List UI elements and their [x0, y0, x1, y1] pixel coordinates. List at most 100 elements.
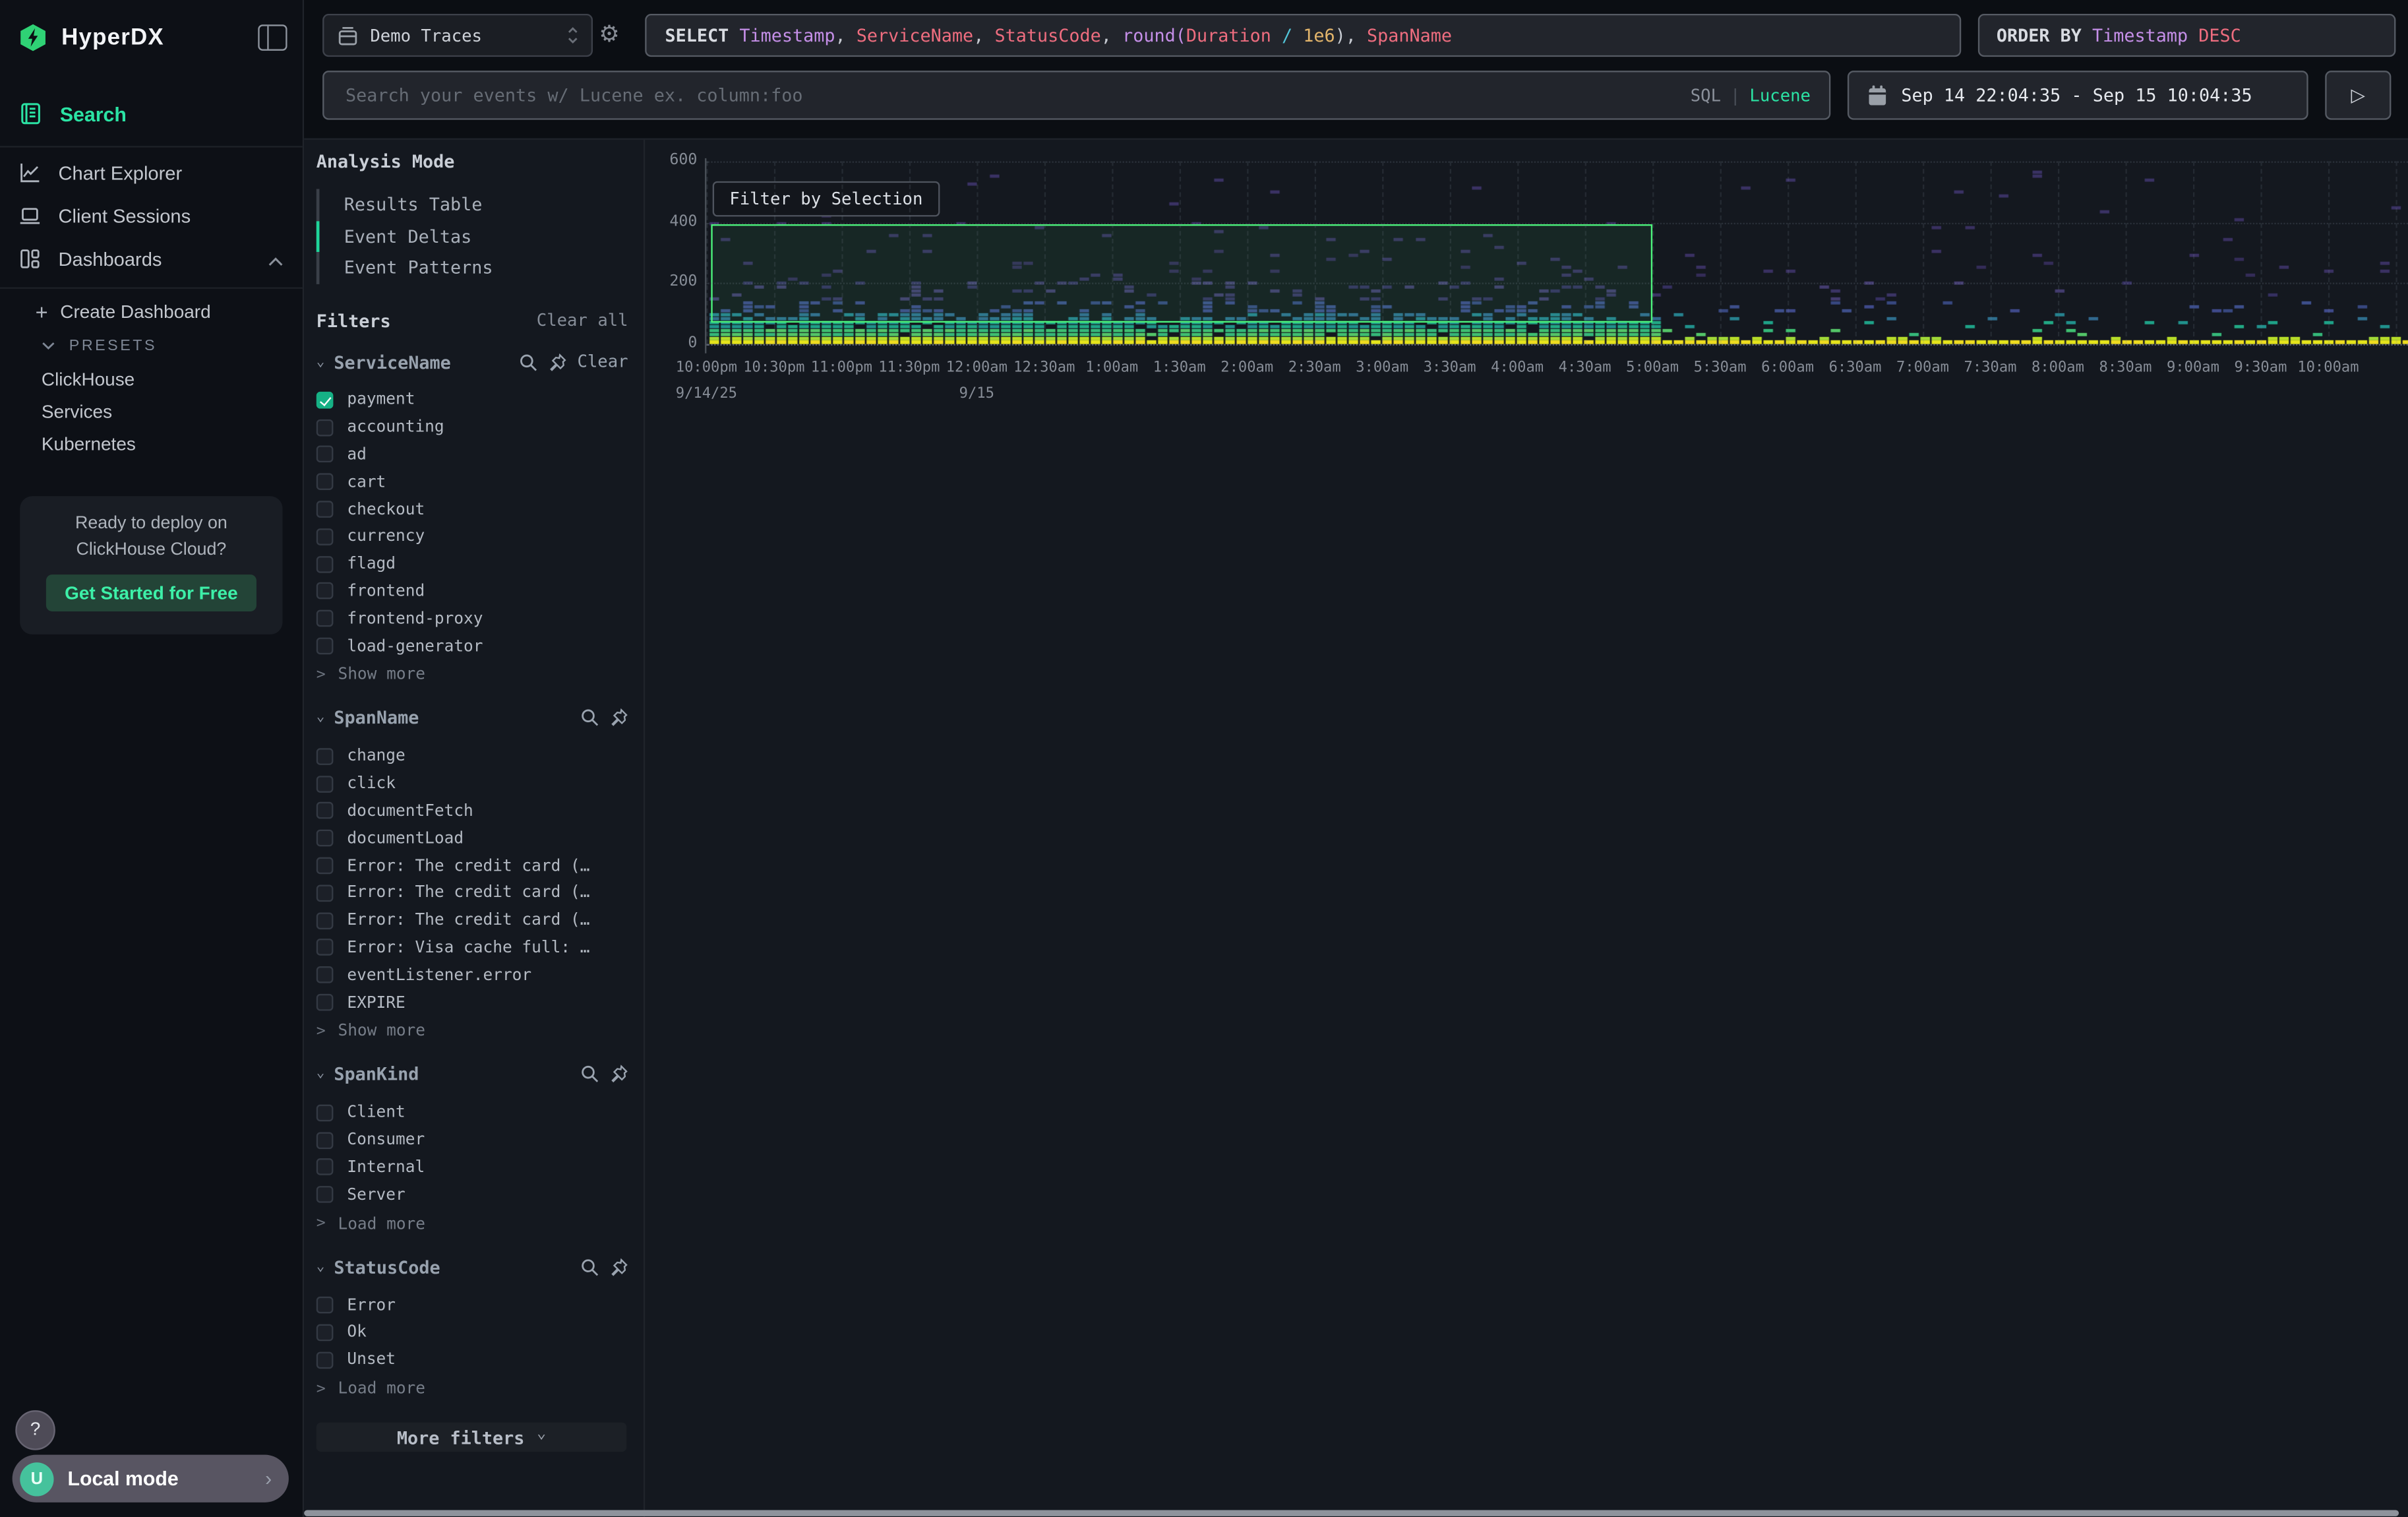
- filter-option[interactable]: payment: [316, 387, 628, 414]
- gear-icon[interactable]: [599, 20, 619, 47]
- pin-icon[interactable]: [610, 1065, 628, 1084]
- checkbox[interactable]: [316, 555, 334, 573]
- checkbox[interactable]: [316, 884, 334, 902]
- checkbox[interactable]: [316, 857, 334, 875]
- sidebar-item-clickhouse[interactable]: ClickHouse: [0, 364, 303, 395]
- filter-option[interactable]: Error: The credit card (…: [316, 852, 628, 879]
- filter-option[interactable]: currency: [316, 523, 628, 550]
- sidebar-item-chart-explorer[interactable]: Chart Explorer: [0, 152, 303, 194]
- filter-option[interactable]: Error: Visa cache full: …: [316, 934, 628, 961]
- show-more-button[interactable]: Load more: [316, 1377, 628, 1401]
- filter-option[interactable]: checkout: [316, 496, 628, 523]
- filter-option[interactable]: change: [316, 743, 628, 770]
- checkbox[interactable]: [316, 419, 334, 436]
- sidebar-item-dashboards[interactable]: Dashboards: [0, 238, 303, 280]
- checkbox[interactable]: [316, 1187, 334, 1204]
- chart-selection-region[interactable]: [711, 224, 1652, 323]
- more-filters-button[interactable]: More filters: [316, 1423, 626, 1452]
- search-input[interactable]: [342, 83, 1690, 108]
- filter-option[interactable]: Error: The credit card (…: [316, 907, 628, 934]
- checkbox[interactable]: [316, 583, 334, 600]
- checkbox[interactable]: [316, 1104, 334, 1121]
- time-range-picker[interactable]: Sep 14 22:04:35 - Sep 15 10:04:35: [1848, 71, 2308, 120]
- filter-option[interactable]: Consumer: [316, 1127, 628, 1154]
- checkbox[interactable]: [316, 994, 334, 1011]
- checkbox[interactable]: [316, 939, 334, 956]
- filter-option[interactable]: documentLoad: [316, 824, 628, 851]
- checkbox[interactable]: [316, 447, 334, 464]
- checkbox[interactable]: [316, 1159, 334, 1176]
- checkbox[interactable]: [316, 610, 334, 627]
- checkbox[interactable]: [316, 1351, 334, 1369]
- search-icon[interactable]: [519, 353, 537, 371]
- run-query-button[interactable]: [2325, 71, 2391, 120]
- filter-option[interactable]: Error: [316, 1291, 628, 1318]
- sidebar-item-kubernetes[interactable]: Kubernetes: [0, 429, 303, 460]
- checkbox[interactable]: [316, 474, 334, 491]
- checkbox[interactable]: [316, 748, 334, 765]
- analysis-mode-option[interactable]: Event Patterns: [319, 252, 628, 284]
- filter-option[interactable]: flagd: [316, 550, 628, 577]
- filter-option[interactable]: Ok: [316, 1318, 628, 1346]
- clear-all-button[interactable]: Clear all: [537, 310, 628, 330]
- show-more-button[interactable]: Show more: [316, 663, 628, 687]
- checkbox[interactable]: [316, 967, 334, 984]
- filter-group-header[interactable]: SpanName: [316, 707, 628, 729]
- sql-select-editor[interactable]: SELECT Timestamp, ServiceName, StatusCod…: [645, 14, 1961, 57]
- checkbox[interactable]: [316, 1132, 334, 1149]
- filter-option[interactable]: EXPIRE: [316, 989, 628, 1016]
- checkbox[interactable]: [316, 775, 334, 792]
- filter-option[interactable]: frontend-proxy: [316, 605, 628, 632]
- filter-group-header[interactable]: ServiceNameClear: [316, 351, 628, 373]
- show-more-button[interactable]: Show more: [316, 1019, 628, 1043]
- filter-option[interactable]: Internal: [316, 1154, 628, 1181]
- analysis-mode-option[interactable]: Results Table: [319, 189, 628, 220]
- sidebar-collapse-icon[interactable]: [258, 24, 287, 50]
- lucene-mode-toggle[interactable]: Lucene: [1749, 85, 1811, 105]
- checkbox[interactable]: [316, 1324, 334, 1341]
- pin-icon[interactable]: [610, 709, 628, 728]
- show-more-button[interactable]: Load more: [316, 1212, 628, 1236]
- filter-option[interactable]: eventListener.error: [316, 962, 628, 989]
- analysis-mode-option[interactable]: Event Deltas: [319, 220, 628, 252]
- sidebar-item-create-dashboard[interactable]: + Create Dashboard: [0, 295, 303, 328]
- filter-group-header[interactable]: SpanKind: [316, 1064, 628, 1086]
- filter-option[interactable]: click: [316, 770, 628, 797]
- checkbox[interactable]: [316, 830, 334, 847]
- get-started-button[interactable]: Get Started for Free: [46, 574, 256, 611]
- checkbox[interactable]: [316, 803, 334, 820]
- filter-option[interactable]: ad: [316, 441, 628, 468]
- filter-option[interactable]: cart: [316, 468, 628, 495]
- sql-mode-toggle[interactable]: SQL: [1691, 85, 1721, 105]
- search-icon[interactable]: [580, 1258, 599, 1276]
- search-icon[interactable]: [580, 1065, 599, 1084]
- filter-option[interactable]: load-generator: [316, 633, 628, 660]
- order-by-editor[interactable]: ORDER BY Timestamp DESC: [1978, 14, 2396, 57]
- filter-option[interactable]: Server: [316, 1181, 628, 1208]
- filter-option[interactable]: documentFetch: [316, 797, 628, 824]
- filter-by-selection-tooltip[interactable]: Filter by Selection: [713, 181, 940, 217]
- search-icon[interactable]: [580, 709, 599, 728]
- filter-option[interactable]: Error: The credit card (…: [316, 879, 628, 906]
- clear-filter-button[interactable]: Clear: [577, 352, 628, 371]
- filter-option[interactable]: frontend: [316, 578, 628, 605]
- filter-option[interactable]: Client: [316, 1099, 628, 1126]
- account-menu[interactable]: U Local mode ›: [13, 1455, 289, 1502]
- checkbox[interactable]: [316, 528, 334, 545]
- chevron-up-icon[interactable]: [267, 244, 284, 273]
- checkbox-checked[interactable]: [316, 392, 334, 409]
- sidebar-item-client-sessions[interactable]: Client Sessions: [0, 195, 303, 237]
- pin-icon[interactable]: [610, 1258, 628, 1276]
- help-button[interactable]: ?: [15, 1410, 55, 1450]
- checkbox[interactable]: [316, 638, 334, 655]
- pin-icon[interactable]: [548, 353, 566, 371]
- filter-option[interactable]: Unset: [316, 1346, 628, 1373]
- sidebar-item-services[interactable]: Services: [0, 396, 303, 427]
- horizontal-scrollbar[interactable]: [304, 1510, 2399, 1516]
- sidebar-presets-toggle[interactable]: PRESETS: [0, 332, 303, 359]
- checkbox[interactable]: [316, 501, 334, 518]
- source-select[interactable]: Demo Traces: [322, 14, 593, 57]
- filter-group-header[interactable]: StatusCode: [316, 1256, 628, 1278]
- sidebar-item-search[interactable]: Search: [0, 92, 303, 135]
- filter-option[interactable]: accounting: [316, 414, 628, 441]
